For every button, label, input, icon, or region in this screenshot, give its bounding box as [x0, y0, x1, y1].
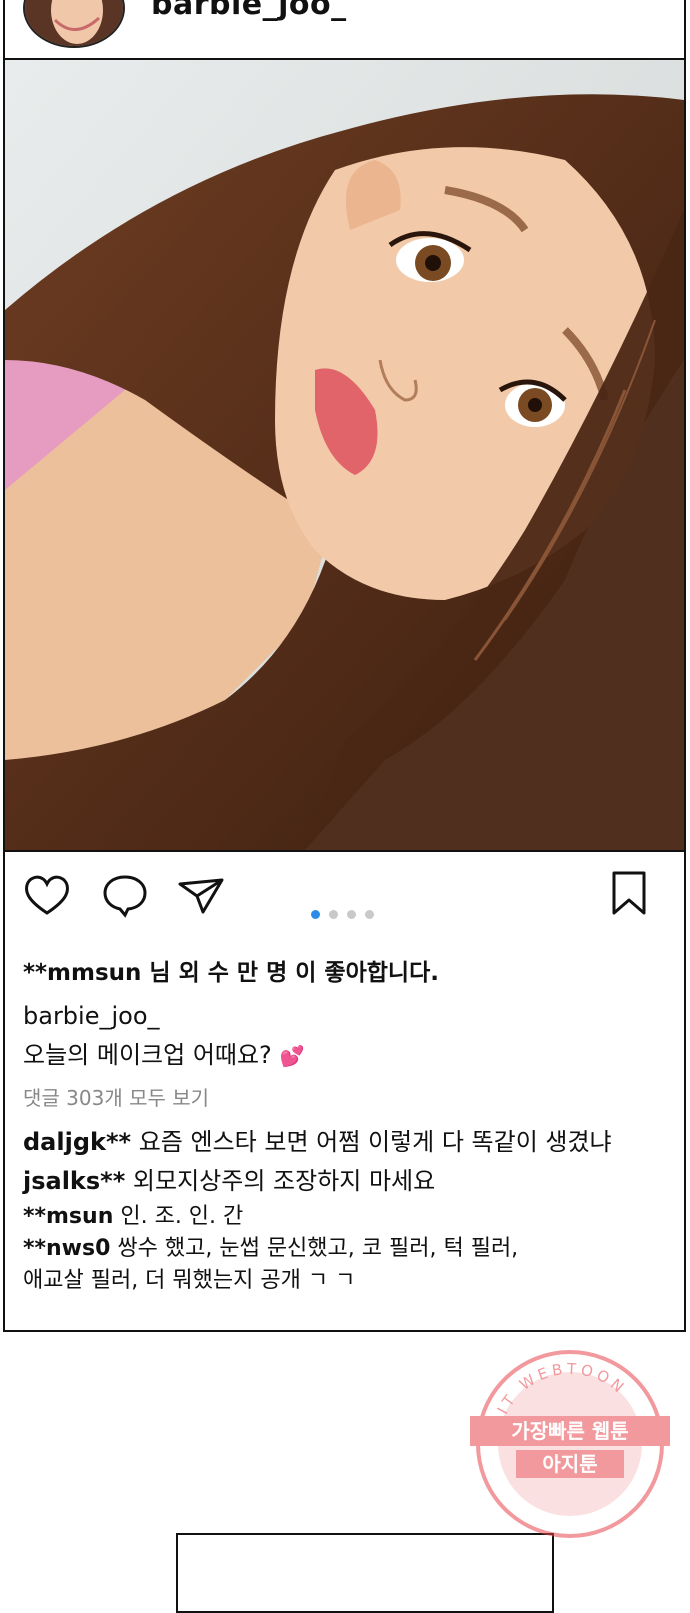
bookmark-icon[interactable]	[609, 870, 649, 916]
instagram-post: barbie_joo_ **mmsun 님 외 수 만 명 이 좋아합니다. b…	[3, 0, 686, 1332]
comment-username[interactable]: jsalks**	[23, 1167, 125, 1195]
comment-bubble-icon[interactable]	[101, 873, 149, 919]
caption-username[interactable]: barbie_joo_	[23, 1002, 160, 1030]
comment-username[interactable]: daljgk**	[23, 1128, 131, 1156]
carousel-dot[interactable]	[347, 910, 356, 919]
watermark-stamp: AGIT WEBTOON 가장빠른 웹툰 아지툰	[470, 1350, 670, 1538]
comment-text: 외모지상주의 조장하지 마세요	[132, 1167, 436, 1195]
two-hearts-icon: 💕	[279, 1044, 305, 1068]
post-photo[interactable]	[5, 58, 684, 852]
comment-text: 쌍수 했고, 눈썹 문신했고, 코 필러, 턱 필러,	[117, 1236, 519, 1261]
caption: 오늘의 메이크업 어때요? 💕	[23, 1035, 304, 1070]
next-panel-frame	[176, 1533, 554, 1613]
heart-icon[interactable]	[23, 873, 71, 917]
comment-row: **nws0 쌍수 했고, 눈썹 문신했고, 코 필러, 턱 필러,	[23, 1230, 518, 1262]
comment-row: daljgk** 요즘 엔스타 보면 어쩜 이렇게 다 똑같이 생겼냐	[23, 1122, 612, 1157]
comment-row: **msun 인. 조. 인. 간	[23, 1198, 243, 1230]
post-username[interactable]: barbie_joo_	[151, 0, 347, 22]
watermark-line1: 가장빠른 웹툰	[511, 1419, 628, 1443]
likes-count[interactable]: **mmsun 님 외 수 만 명 이 좋아합니다.	[23, 953, 439, 987]
comment-text: 인. 조. 인. 간	[120, 1204, 244, 1229]
comment-text: 요즘 엔스타 보면 어쩜 이렇게 다 똑같이 생겼냐	[138, 1128, 612, 1156]
carousel-indicator	[311, 904, 383, 923]
view-all-comments-link[interactable]: 댓글 303개 모두 보기	[23, 1082, 209, 1111]
carousel-dot[interactable]	[329, 910, 338, 919]
post-header: barbie_joo_	[5, 0, 684, 58]
paper-plane-icon[interactable]	[177, 876, 225, 916]
avatar[interactable]	[23, 0, 125, 48]
comment-username[interactable]: **msun	[23, 1204, 113, 1229]
carousel-dot[interactable]	[365, 910, 374, 919]
caption-text: 오늘의 메이크업 어때요?	[23, 1041, 272, 1069]
carousel-dot[interactable]	[311, 910, 320, 919]
comment-text-continued: 애교살 필러, 더 뭐했는지 공개 ㄱ ㄱ	[23, 1268, 356, 1293]
watermark-line2: 아지툰	[542, 1452, 597, 1476]
comment-row: jsalks** 외모지상주의 조장하지 마세요	[23, 1161, 435, 1196]
comment-username[interactable]: **nws0	[23, 1236, 110, 1261]
